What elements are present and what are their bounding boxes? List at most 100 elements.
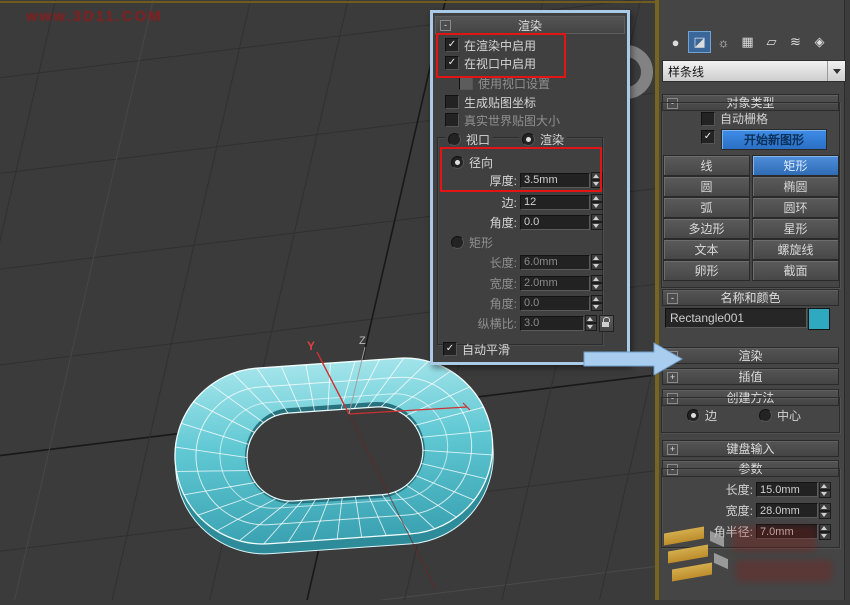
shape-button-helix[interactable]: 螺旋线: [752, 239, 839, 260]
length-spinner[interactable]: [591, 254, 603, 270]
category-icon-row: ● ◪ ☼ ▦ ▱ ≋ ◈: [664, 31, 831, 53]
sides-field-row: 边: 12: [433, 194, 603, 210]
width-spinner[interactable]: [591, 275, 603, 291]
generate-mapping-coords-checkbox-row[interactable]: 生成贴图坐标: [445, 94, 536, 110]
autogrid-checkbox-row[interactable]: 自动栅格: [701, 110, 768, 127]
checkbox-unchecked[interactable]: [701, 111, 715, 126]
param-width-spinner[interactable]: [819, 502, 831, 519]
radio-unselected: [451, 235, 464, 249]
edge-radio-row[interactable]: 边: [687, 407, 717, 424]
lights-icon[interactable]: ☼: [712, 31, 735, 53]
checkbox-checked[interactable]: ✓: [701, 130, 715, 144]
checkbox-disabled: [459, 76, 473, 90]
rollout-scrollbar[interactable]: [844, 0, 850, 600]
shape-button-rectangle[interactable]: 矩形: [752, 155, 839, 176]
center-radio-row[interactable]: 中心: [759, 407, 801, 424]
enable-in-renderer-checkbox-row[interactable]: ✓ 在渲染中启用: [445, 37, 536, 53]
space-warps-icon[interactable]: ≋: [784, 31, 807, 53]
sides-input[interactable]: 12: [520, 194, 590, 210]
axis-z-label: Z: [359, 335, 366, 347]
param-length-input[interactable]: 15.0mm: [756, 482, 818, 497]
radio-unselected[interactable]: [759, 409, 772, 422]
radio-selected[interactable]: [451, 155, 464, 169]
angle2-field-row: 角度: 0.0: [433, 295, 603, 311]
shape-button-arc[interactable]: 弧: [663, 197, 750, 218]
sides-spinner[interactable]: [591, 194, 603, 210]
param-length-row: 长度: 15.0mm: [659, 481, 831, 498]
checkbox-checked[interactable]: ✓: [445, 38, 459, 52]
aspect-lock-icon[interactable]: [599, 314, 614, 332]
checkbox-unchecked[interactable]: [445, 95, 459, 109]
thickness-field-row: 厚度: 3.5mm: [433, 172, 603, 188]
shape-button-text[interactable]: 文本: [663, 239, 750, 260]
collapse-icon[interactable]: -: [440, 20, 451, 31]
param-length-spinner[interactable]: [819, 481, 831, 498]
use-viewport-settings-checkbox-row[interactable]: 使用视口设置: [459, 75, 550, 91]
axis-y-label: Y: [307, 339, 315, 353]
shape-button-ellipse[interactable]: 椭圆: [752, 176, 839, 197]
shape-button-line[interactable]: 线: [663, 155, 750, 176]
systems-icon[interactable]: ◈: [808, 31, 831, 53]
angle-input[interactable]: 0.0: [520, 214, 590, 230]
rounded-rectangle-tube[interactable]: [169, 352, 499, 560]
render-rollout-title: 渲染: [517, 18, 542, 33]
spline-type-dropdown[interactable]: 样条线: [662, 60, 846, 82]
aspect-input[interactable]: 3.0: [520, 315, 584, 331]
radio-selected[interactable]: [687, 409, 700, 422]
viewport-mode-radio[interactable]: 视口: [445, 130, 494, 148]
helpers-icon[interactable]: ▱: [760, 31, 783, 53]
aspect-field-row: 纵横比: 3.0: [433, 314, 614, 332]
geometry-icon[interactable]: ●: [664, 31, 687, 53]
object-color-swatch[interactable]: [808, 308, 830, 330]
checkbox-checked[interactable]: ✓: [443, 342, 457, 356]
shape-button-donut[interactable]: 圆环: [752, 197, 839, 218]
rectangular-radio-row[interactable]: 矩形: [451, 234, 493, 250]
length-input[interactable]: 6.0mm: [520, 254, 590, 270]
length-field-row: 长度: 6.0mm: [433, 254, 603, 270]
shape-button-egg[interactable]: 卵形: [663, 260, 750, 281]
param-corner-radius-spinner[interactable]: [819, 523, 831, 540]
start-new-shape-row: ✓: [701, 130, 715, 144]
viewport-top-border: [0, 1, 656, 3]
shape-button-ngon[interactable]: 多边形: [663, 218, 750, 239]
param-width-input[interactable]: 28.0mm: [756, 503, 818, 518]
name-color-rollout-header[interactable]: - 名称和颜色: [662, 289, 839, 306]
checkbox-checked[interactable]: ✓: [445, 56, 459, 70]
auto-smooth-checkbox-row[interactable]: ✓ 自动平滑: [443, 341, 510, 357]
angle2-input[interactable]: 0.0: [520, 295, 590, 311]
keyboard-entry-rollout-collapsed[interactable]: + 键盘输入: [662, 440, 839, 457]
param-width-row: 宽度: 28.0mm: [659, 502, 831, 519]
angle2-spinner[interactable]: [591, 295, 603, 311]
object-name-input[interactable]: Rectangle001: [665, 308, 807, 328]
angle-spinner[interactable]: [591, 214, 603, 230]
real-world-map-size-checkbox-row[interactable]: 真实世界贴图大小: [445, 112, 560, 128]
width-input[interactable]: 2.0mm: [520, 275, 590, 291]
shape-button-circle[interactable]: 圆: [663, 176, 750, 197]
shape-button-star[interactable]: 星形: [752, 218, 839, 239]
aspect-spinner[interactable]: [585, 315, 597, 331]
command-panel: ● ◪ ☼ ▦ ▱ ≋ ◈ 样条线 - 对象类型 自动栅格 ✓ 开始新图形 线 …: [659, 0, 850, 600]
callout-arrow: [583, 342, 684, 376]
thickness-spinner[interactable]: [591, 172, 603, 188]
start-new-shape-button[interactable]: 开始新图形: [721, 129, 827, 150]
chevron-down-icon[interactable]: [827, 61, 845, 81]
thickness-input[interactable]: 3.5mm: [520, 172, 590, 188]
expand-icon[interactable]: +: [667, 444, 678, 455]
watermark-url-text: www.3D11.COM: [26, 8, 163, 25]
radio-unselected[interactable]: [448, 132, 461, 146]
render-rollout-header[interactable]: - 渲染: [435, 16, 625, 34]
shapes-icon[interactable]: ◪: [688, 31, 711, 53]
cameras-icon[interactable]: ▦: [736, 31, 759, 53]
render-rollout-panel: - 渲染 ✓ 在渲染中启用 ✓ 在视口中启用 使用视口设置 生成贴图坐标 真实世…: [430, 10, 630, 365]
width-field-row: 宽度: 2.0mm: [433, 275, 603, 291]
radio-selected[interactable]: [522, 132, 535, 146]
enable-in-viewport-checkbox-row[interactable]: ✓ 在视口中启用: [445, 55, 536, 71]
checkbox-unchecked: [445, 113, 459, 127]
collapse-icon[interactable]: -: [667, 293, 678, 304]
param-corner-radius-input[interactable]: 7.0mm: [756, 524, 818, 539]
angle-field-row: 角度: 0.0: [433, 214, 603, 230]
renderer-mode-radio[interactable]: 渲染: [519, 130, 568, 148]
shape-button-section[interactable]: 截面: [752, 260, 839, 281]
param-corner-radius-row: 角半径: 7.0mm: [659, 523, 831, 540]
radial-radio-row[interactable]: 径向: [451, 154, 493, 170]
